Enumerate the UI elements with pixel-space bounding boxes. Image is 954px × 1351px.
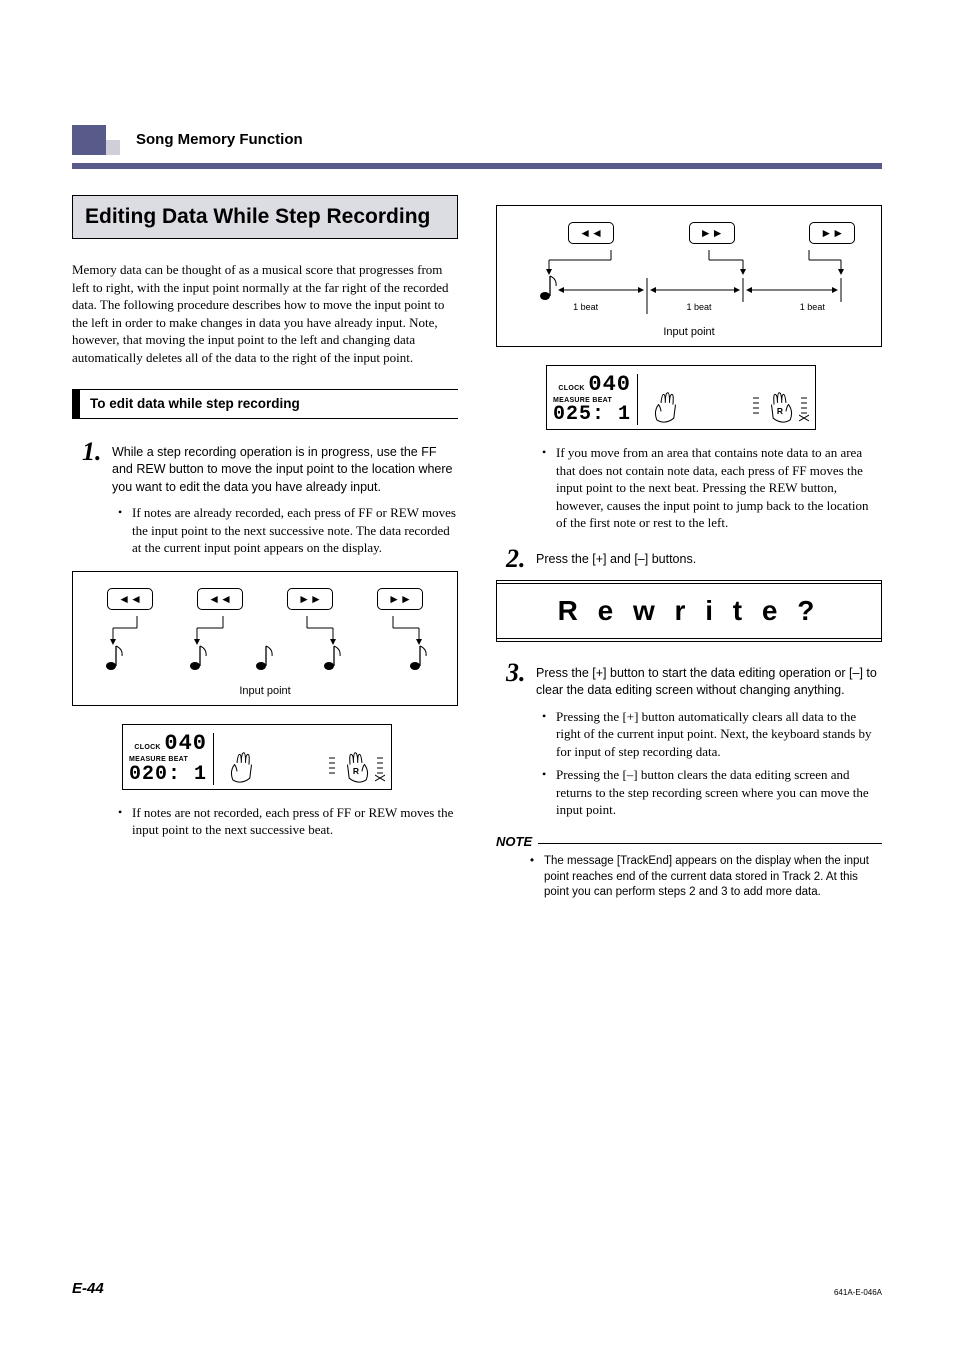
svg-text:R: R [353,766,359,776]
beat-label: 1 beat [800,301,825,313]
step-number: 2. [506,546,536,572]
fast-forward-icon: ►► [287,588,333,610]
step-number: 3. [506,660,536,700]
note-label: NOTE [496,833,532,851]
header-row: Song Memory Function [72,125,882,155]
measure-beat-value: 025: 1 [553,405,631,425]
header-decor [72,125,106,155]
diagram-caption: Input point [85,684,445,699]
clock-value: 040 [164,731,207,756]
svg-text:R: R [777,406,783,416]
level-right-icon [375,753,385,783]
step-2-text: Press the [+] and [–] buttons. [536,546,696,572]
level-left-icon [327,753,337,783]
footer: E-44 641A-E-046A [72,1279,882,1299]
fast-forward-icon: ►► [809,222,855,244]
step1-bullet-2: If notes are not recorded, each press of… [118,804,458,839]
fast-forward-icon: ►► [377,588,423,610]
diagram-notes-not-recorded: ◄◄ ►► ►► [496,205,882,347]
section-title: Editing Data While Step Recording [72,195,458,239]
page-number: E-44 [72,1279,104,1299]
rewrite-text: R e w r i t e ? [497,583,881,639]
subhead: To edit data while step recording [72,389,458,419]
beat-label: 1 beat [686,301,711,313]
left-hand-icon [650,391,684,425]
rewrite-display: R e w r i t e ? [496,580,882,642]
step3-bullet-1: Pressing the [+] button automatically cl… [542,708,882,761]
header-bar [72,163,882,169]
left-column: Editing Data While Step Recording Memory… [72,195,458,901]
step-3-text: Press the [+] button to start the data e… [536,660,882,700]
diagram-caption: Input point [509,325,869,340]
step-1-text: While a step recording operation is in p… [112,439,458,497]
document-code: 641A-E-046A [834,1288,882,1299]
right-hand-icon: R [763,391,797,425]
section-header: Song Memory Function [136,130,303,150]
step-2: 2. Press the [+] and [–] buttons. [506,546,882,572]
diagram-notes-recorded: ◄◄ ◄◄ ►► ►► [72,571,458,706]
intro-paragraph: Memory data can be thought of as a music… [72,261,458,366]
fast-forward-icon: ►► [689,222,735,244]
note-heading: NOTE [496,833,882,851]
step1-bullet-1: If notes are already recorded, each pres… [118,504,458,557]
clock-label: CLOCK [134,744,160,751]
left-hand-icon [226,751,260,785]
lcd-display-1: CLOCK 040 MEASURE BEAT 020: 1 R [122,724,392,789]
step-1: 1. While a step recording operation is i… [82,439,458,497]
step1-bullet-3: If you move from an area that contains n… [542,444,882,532]
step3-bullet-2: Pressing the [–] button clears the data … [542,766,882,819]
clock-label: CLOCK [558,385,584,392]
note-item: The message [TrackEnd] appears on the di… [530,854,882,901]
diagram-arrows-1 [85,616,445,676]
lcd-display-2: CLOCK 040 MEASURE BEAT 025: 1 R [546,365,816,430]
right-hand-icon: R [339,751,373,785]
level-right-icon [799,393,809,423]
clock-value: 040 [588,372,631,397]
rewind-icon: ◄◄ [107,588,153,610]
measure-beat-value: 020: 1 [129,765,207,785]
rewind-icon: ◄◄ [568,222,614,244]
right-column: ◄◄ ►► ►► [496,195,882,901]
rewind-icon: ◄◄ [197,588,243,610]
level-left-icon [751,393,761,423]
step-number: 1. [82,439,112,497]
step-3: 3. Press the [+] button to start the dat… [506,660,882,700]
beat-label: 1 beat [573,301,598,313]
